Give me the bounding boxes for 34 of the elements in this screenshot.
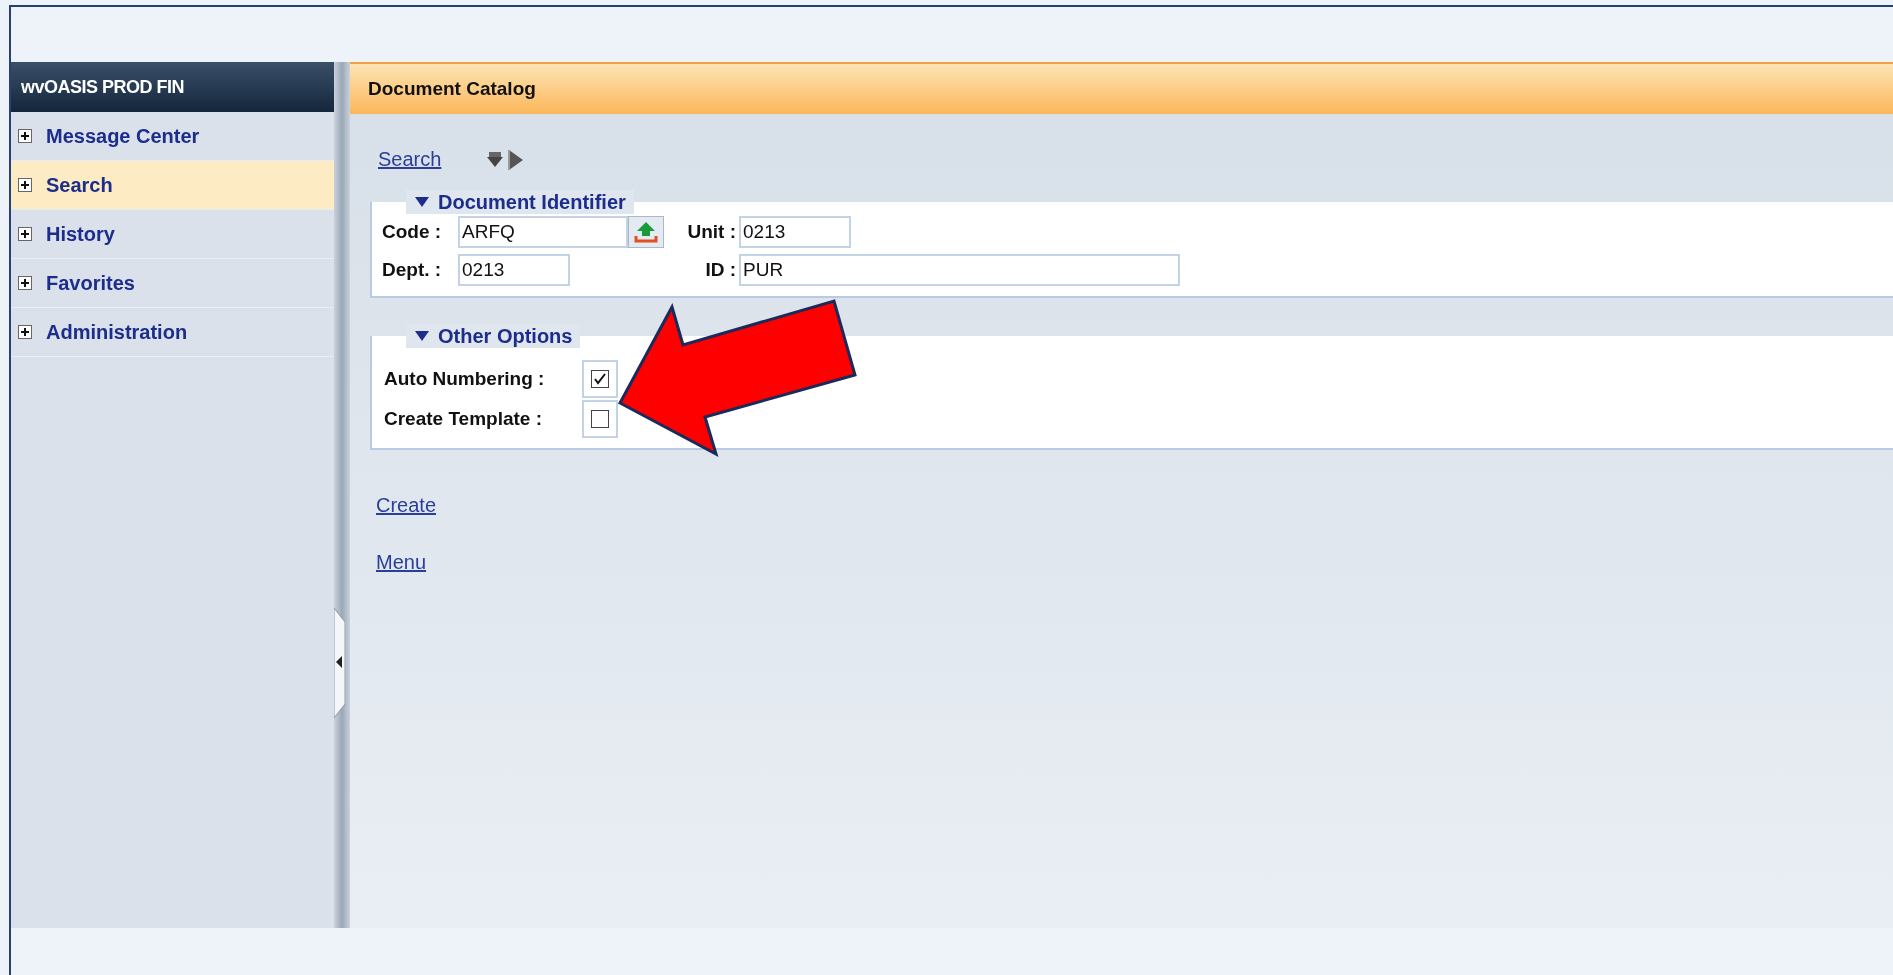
expand-icon[interactable] — [18, 178, 32, 192]
sidebar-item[interactable]: History — [11, 210, 334, 259]
unit-field[interactable]: 0213 — [739, 216, 851, 248]
search-link[interactable]: Search — [378, 147, 442, 171]
sidebar-item[interactable]: Search — [11, 161, 334, 210]
section-legend[interactable]: Other Options — [406, 324, 581, 348]
action-link[interactable]: Menu — [376, 551, 427, 573]
expand-icon[interactable] — [18, 276, 32, 290]
checkmark-icon — [594, 373, 606, 385]
code-field[interactable]: ARFQ — [458, 216, 628, 248]
sidebar-title: wvOASIS PROD FIN — [11, 62, 334, 112]
option-label: Auto Numbering : — [384, 368, 546, 390]
action-link[interactable]: Create — [376, 494, 437, 516]
expand-icon[interactable] — [18, 129, 32, 143]
field-label: ID : — [704, 259, 737, 281]
sidebar-item[interactable]: Favorites — [11, 259, 334, 308]
checkbox[interactable] — [591, 410, 609, 428]
dept-field[interactable]: 0213 — [458, 254, 570, 286]
expand-icon[interactable] — [18, 325, 32, 339]
expand-icon[interactable] — [18, 227, 32, 241]
option-label: Create Template : — [384, 408, 544, 430]
checkbox[interactable] — [591, 370, 609, 388]
collapse-triangle-icon[interactable] — [414, 196, 430, 208]
upload-icon — [634, 221, 658, 243]
page-title: Document Catalog — [350, 62, 1893, 114]
lookup-button[interactable] — [628, 216, 664, 248]
collapse-triangle-icon[interactable] — [414, 330, 430, 342]
sidebar-item[interactable]: Administration — [11, 308, 334, 357]
id-field[interactable]: PUR — [739, 254, 1180, 286]
field-label: Unit : — [686, 221, 737, 243]
section-legend[interactable]: Document Identifier — [406, 190, 634, 214]
collapse-handle-icon[interactable] — [334, 608, 345, 718]
field-label: Dept. : — [382, 259, 443, 281]
field-label: Code : — [382, 221, 443, 243]
